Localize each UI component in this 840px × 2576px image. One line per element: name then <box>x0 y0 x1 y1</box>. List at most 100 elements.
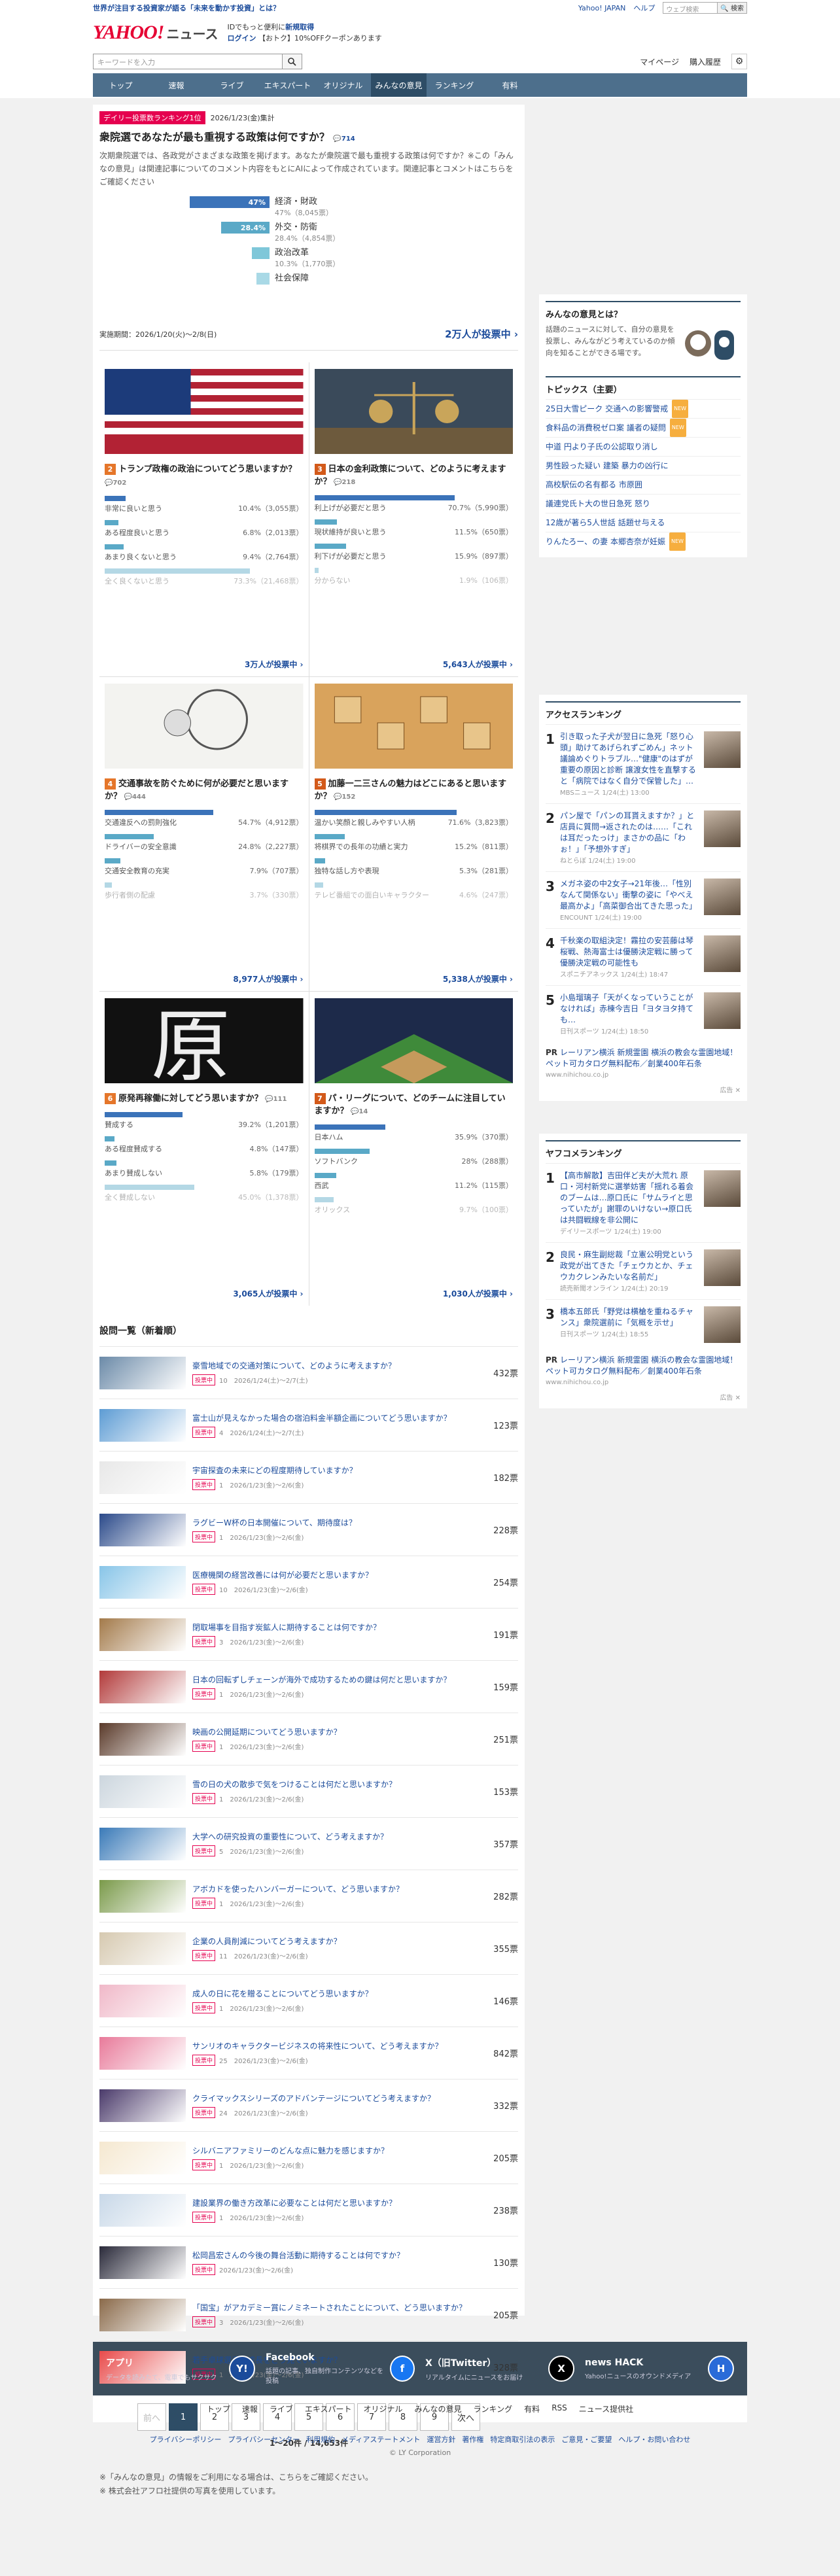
hero-vote-link[interactable]: 2万人が投票中 › <box>445 327 518 341</box>
topic-item[interactable]: 12歳が著ら5人世話 話題せ与える <box>546 513 741 532</box>
topic-item[interactable]: 中道 円より子氏の公認取り消し <box>546 437 741 456</box>
note-usage[interactable]: ※「みんなの意見」の情報をご利用になる場合は、こちらをご確認ください。 <box>99 2471 518 2484</box>
poll-card-image[interactable] <box>314 684 513 778</box>
poll-option[interactable]: ある程度良いと思う 6.8%（2,013票） <box>105 520 304 538</box>
list-item-title[interactable]: 大学への研究投資の重要性について、どう考えますか？ <box>192 1832 388 1841</box>
poll-option[interactable]: 現状維持が良いと思う 11.5%（650票） <box>314 519 513 537</box>
list-item[interactable]: 雪の日の犬の散歩で気をつけることは何だと思いますか？ 投票中 1 2026/1/23… <box>99 1765 518 1817</box>
nav-tab-1[interactable]: 速報 <box>149 73 204 97</box>
poll-card-title[interactable]: 4 交通事故を防ぐために何が必要だと思いますか？ 💬444 <box>105 778 304 803</box>
search-icon[interactable] <box>283 54 302 69</box>
list-item-title[interactable]: 雪の日の犬の散歩で気をつけることは何だと思いますか？ <box>192 1780 396 1789</box>
footer-link[interactable]: プライバシーポリシー <box>150 2434 222 2445</box>
nav-tab-7[interactable]: 有料 <box>482 73 538 97</box>
poll-card-image[interactable] <box>105 369 304 463</box>
yahoo-home-link[interactable]: Yahoo! JAPAN <box>578 4 626 12</box>
hero-option[interactable]: 47% 経済・財政 47%（8,045票） <box>99 196 518 218</box>
list-item[interactable]: クライマックスシリーズのアドバンテージについてどう考えますか？ 投票中 24 202… <box>99 2079 518 2131</box>
ranking-title[interactable]: 良民・麻生副総裁「立憲公明党という政党が出てきた「チェウカとか、チェウカクレンみ… <box>560 1249 699 1283</box>
poll-card-image[interactable] <box>314 369 513 463</box>
poll-card-vote-link[interactable]: 8,977人が投票中 › <box>105 973 303 984</box>
list-item-title[interactable]: シルバニアファミリーのどんな点に魅力を感じますか？ <box>192 2146 389 2155</box>
list-item-title[interactable]: 「国宝」がアカデミー賞にノミネートされたことについて、どう思いますか？ <box>192 2303 466 2312</box>
poll-option[interactable]: テレビ番組での面白いキャラクター 4.6%（247票） <box>314 882 513 900</box>
poll-option[interactable]: 利下げが必要だと思う 15.9%（897票） <box>314 544 513 561</box>
ranking-item[interactable]: 5 小島瑠璃子「天がくなっていうことがなければ」赤棟今吉日「ヨタヨタ持ても… 日刊ス… <box>546 985 741 1042</box>
page-button-1[interactable]: 1 <box>169 2403 198 2431</box>
topic-item[interactable]: 25日大雪ピーク 交通への影響警戒 NEW <box>546 399 741 418</box>
ranking-thumbnail[interactable] <box>704 879 741 915</box>
poll-card-vote-link[interactable]: 1,030人が投票中 › <box>315 1288 513 1299</box>
promo-link[interactable]: 世界が注目する投資家が語る「未来を動かす投資」とは？ <box>93 3 280 13</box>
hero-option[interactable]: 政治改革 10.3%（1,770票） <box>99 247 518 269</box>
list-item-title[interactable]: 閉取場事を目指す炭鉱人に期待することは何ですか？ <box>192 1623 381 1632</box>
list-thumbnail[interactable] <box>99 1775 186 1808</box>
footer-service[interactable]: X（旧Twitter） リアルタイムにニュースをお届け X <box>425 2352 574 2385</box>
poll-card-title[interactable]: 7 パ・リーグについて、どのチームに注目していますか？ 💬14 <box>314 1092 514 1118</box>
footer-link[interactable]: 運営方針 <box>427 2434 455 2445</box>
list-thumbnail[interactable] <box>99 2298 186 2331</box>
footer-link[interactable]: ヘルプ・お問い合わせ <box>618 2434 690 2445</box>
topic-item[interactable]: りんたろー、の妻 本郷杏奈が妊娠 NEW <box>546 532 741 551</box>
comment-count[interactable]: 💬444 <box>122 793 145 801</box>
poll-card-title[interactable]: 2 トランプ政権の政治についてどう思いますか？ 💬702 <box>105 463 304 489</box>
footer-link[interactable]: プライバシーセンター <box>228 2434 300 2445</box>
poll-card-title[interactable]: 3 日本の金利政策について、どのように考えますか？ 💬218 <box>314 463 514 489</box>
list-item-title[interactable]: サンリオのキャラクタービジネスの将来性について、どう考えますか？ <box>192 2042 443 2051</box>
list-item[interactable]: シルバニアファミリーのどんな点に魅力を感じますか？ 投票中 1 2026/1/23(… <box>99 2131 518 2184</box>
nav-tab-2[interactable]: ライブ <box>204 73 260 97</box>
footer-service[interactable]: アプリ データを読みたて、電車でもサクサク Y! <box>106 2352 255 2385</box>
footer-link[interactable]: ご意見・ご要望 <box>561 2434 612 2445</box>
ranking-item[interactable]: 1 引き取った子犬が翌日に急死「怒り心頭」助けてあげられずごめん」ネット議論めぐり… <box>546 724 741 803</box>
poll-option[interactable]: ソフトバンク 28%（288票） <box>314 1149 513 1166</box>
footer-nav-link[interactable]: ランキング <box>474 2403 513 2414</box>
ranking-item[interactable]: 2 良民・麻生副総裁「立憲公明党という政党が出てきた「チェウカとか、チェウカクレン… <box>546 1242 741 1299</box>
poll-option[interactable]: 全く賛成しない 45.0%（1,378票） <box>105 1185 304 1202</box>
footer-nav-link[interactable]: みんなの意見 <box>415 2403 462 2414</box>
footer-link[interactable]: 特定商取引法の表示 <box>490 2434 555 2445</box>
list-item-title[interactable]: 富士山が見えなかった場合の宿泊料金半額企画についてどう思いますか？ <box>192 1414 451 1423</box>
poll-option[interactable]: ドライバーの安全意識 24.8%（2,227票） <box>105 834 304 852</box>
nav-tab-6[interactable]: ランキング <box>427 73 482 97</box>
poll-option[interactable]: 温かい笑顔と親しみやすい人柄 71.6%（3,823票） <box>314 810 513 827</box>
poll-card[interactable]: 3 日本の金利政策について、どのように考えますか？ 💬218 利上げが必要だと思う 7… <box>309 362 518 676</box>
poll-card-image[interactable]: 原 <box>105 998 304 1092</box>
list-item[interactable]: 日本の回転ずしチェーンが海外で成功するための鍵は何だと思いますか？ 投票中 1 20… <box>99 1660 518 1713</box>
list-thumbnail[interactable] <box>99 2141 186 2174</box>
comment-count[interactable]: 💬14 <box>349 1108 368 1115</box>
mypage-link[interactable]: マイページ <box>640 56 679 67</box>
comment-count[interactable]: 💬218 <box>332 479 355 486</box>
footer-nav-link[interactable]: オリジナル <box>364 2403 403 2414</box>
list-item-title[interactable]: 企業の人員削減についてどう考えますか？ <box>192 1937 341 1946</box>
list-item[interactable]: アボカドを使ったハンバーガーについて、どう思いますか？ 投票中 1 2026/1/2… <box>99 1870 518 1922</box>
list-item[interactable]: 映画の公開延期についてどう思いますか？ 投票中 1 2026/1/23(金)〜2/6… <box>99 1713 518 1765</box>
comment-count[interactable]: 💬702 <box>105 479 126 487</box>
footer-link[interactable]: メディアステートメント <box>341 2434 420 2445</box>
footer-service[interactable]: Facebook 話題の記事、独自制作コンテンツなどを投稿 f <box>266 2352 415 2385</box>
list-thumbnail[interactable] <box>99 1513 186 1546</box>
comment-count[interactable]: 💬714 <box>333 135 355 143</box>
ranking-title[interactable]: メガネ姿の中2女子→21年後…「性別なんて関係ない」衝撃の姿に「やべえ最高かよ」… <box>560 879 699 912</box>
poll-option[interactable]: あまり良くないと思う 9.4%（2,764票） <box>105 544 304 562</box>
ranking-thumbnail[interactable] <box>704 1306 741 1343</box>
list-item-title[interactable]: 宇宙探査の未来にどの程度期待していますか？ <box>192 1466 357 1475</box>
list-item-title[interactable]: アボカドを使ったハンバーガーについて、どう思いますか？ <box>192 1885 404 1894</box>
poll-option[interactable]: 交通安全教育の充実 7.9%（707票） <box>105 858 304 876</box>
ranking-item[interactable]: 3 橋本五郎氏「野党は横槍を重ねるチャンス」衆院選前に「気概を示せ」 日刊スポーツ … <box>546 1299 741 1349</box>
list-item[interactable]: 医療機関の経営改善には何が必要だと思いますか？ 投票中 10 2026/1/23(金… <box>99 1556 518 1608</box>
poll-card-vote-link[interactable]: 3,065人が投票中 › <box>105 1288 303 1299</box>
poll-card[interactable]: 5 加藤一二三さんの魅力はどこにあると思いますか？ 💬152 温かい笑顔と親しみやす… <box>309 677 518 991</box>
keyword-input[interactable]: キーワードを入力 <box>93 54 283 69</box>
web-search-input[interactable]: ウェブ検索 <box>663 2 718 14</box>
hero-question[interactable]: 衆院選であなたが最も重視する政策は何ですか？ 💬714 <box>99 128 518 144</box>
list-thumbnail[interactable] <box>99 1879 186 1913</box>
poll-option[interactable]: 分からない 1.9%（106票） <box>314 568 513 585</box>
pr-ad[interactable]: PR レーリアン横浜 新規霊園 横浜の教会な霊園地域！ペット可カタログ無料配布／創… <box>546 1047 741 1081</box>
ranking-title[interactable]: 千秋楽の取組決定！霧拉の安芸藤は琴桜戦、熱海富士は優勝決定戦に勝って優勝決定戦の… <box>560 935 699 969</box>
list-thumbnail[interactable] <box>99 1932 186 1965</box>
ranking-title[interactable]: 橋本五郎氏「野党は横槍を重ねるチャンス」衆院選前に「気概を示せ」 <box>560 1306 699 1329</box>
ad-close[interactable]: 広告 ✕ <box>546 1085 741 1094</box>
poll-option[interactable]: 将棋界での長年の功績と実力 15.2%（811票） <box>314 834 513 852</box>
list-thumbnail[interactable] <box>99 1827 186 1860</box>
poll-option[interactable]: あまり賛成しない 5.8%（179票） <box>105 1160 304 1178</box>
